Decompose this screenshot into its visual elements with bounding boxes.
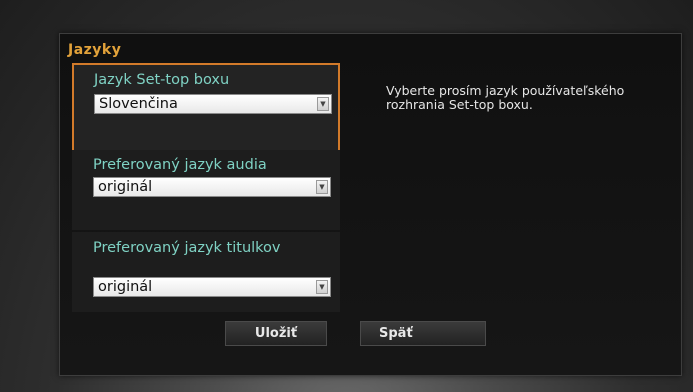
stb-language-select[interactable]: Slovenčina ▼ [94, 94, 332, 114]
audio-language-field[interactable]: Preferovaný jazyk audia originál ▼ [72, 150, 340, 230]
panel-title: Jazyky [68, 42, 122, 58]
save-button[interactable]: Uložiť [225, 321, 327, 346]
chevron-down-icon[interactable]: ▼ [316, 280, 328, 294]
save-button-label: Uložiť [254, 326, 298, 341]
subtitle-language-field[interactable]: Preferovaný jazyk titulkov originál ▼ [72, 232, 340, 312]
back-button[interactable]: Späť [360, 321, 486, 346]
subtitle-language-select[interactable]: originál ▼ [93, 277, 331, 297]
chevron-down-icon[interactable]: ▼ [317, 97, 329, 111]
audio-language-select[interactable]: originál ▼ [93, 177, 331, 197]
audio-language-value: originál [98, 179, 153, 195]
chevron-down-icon[interactable]: ▼ [316, 180, 328, 194]
tv-screen: Jazyky Jazyk Set-top boxu Slovenčina ▼ P… [0, 0, 693, 392]
audio-language-label: Preferovaný jazyk audia [93, 157, 267, 173]
languages-panel: Jazyky Jazyk Set-top boxu Slovenčina ▼ P… [59, 33, 682, 376]
subtitle-language-label: Preferovaný jazyk titulkov [93, 240, 281, 256]
help-text: Vyberte prosím jazyk používateľského roz… [386, 83, 625, 112]
stb-language-value: Slovenčina [99, 96, 178, 112]
stb-language-label: Jazyk Set-top boxu [94, 72, 230, 88]
back-button-label: Späť [379, 326, 413, 341]
subtitle-language-value: originál [98, 279, 153, 295]
